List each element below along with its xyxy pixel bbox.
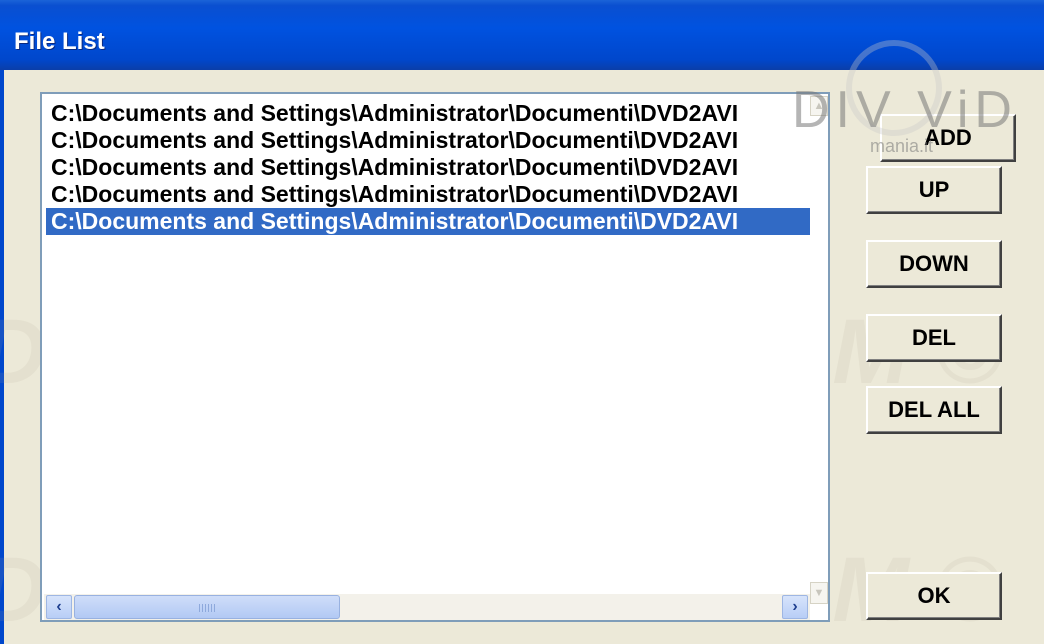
list-item[interactable]: C:\Documents and Settings\Administrator\… [46, 181, 810, 208]
file-listbox[interactable]: C:\Documents and Settings\Administrator\… [40, 92, 830, 622]
list-item[interactable]: C:\Documents and Settings\Administrator\… [46, 127, 810, 154]
chevron-right-icon: › [792, 598, 798, 615]
vertical-scroll-up-button[interactable]: ▲ [810, 96, 828, 116]
add-button[interactable]: ADD [880, 114, 1016, 162]
horizontal-scroll-thumb[interactable] [74, 595, 340, 619]
scroll-right-button[interactable]: › [782, 595, 808, 619]
del-all-button[interactable]: DEL ALL [866, 386, 1002, 434]
list-item[interactable]: C:\Documents and Settings\Administrator\… [46, 154, 810, 181]
title-bar[interactable]: File List [0, 0, 1044, 70]
scroll-left-button[interactable]: ‹ [46, 595, 72, 619]
vertical-scroll-down-button[interactable]: ▼ [810, 582, 828, 604]
chevron-left-icon: ‹ [56, 598, 62, 615]
down-button[interactable]: DOWN [866, 240, 1002, 288]
list-item-selected[interactable]: C:\Documents and Settings\Administrator\… [46, 208, 810, 235]
up-button[interactable]: UP [866, 166, 1002, 214]
del-button[interactable]: DEL [866, 314, 1002, 362]
list-item[interactable]: C:\Documents and Settings\Administrator\… [46, 100, 810, 127]
horizontal-scrollbar[interactable]: ‹ › [44, 594, 810, 620]
ok-button[interactable]: OK [866, 572, 1002, 620]
grip-icon [199, 604, 217, 612]
window-title: File List [14, 28, 105, 55]
